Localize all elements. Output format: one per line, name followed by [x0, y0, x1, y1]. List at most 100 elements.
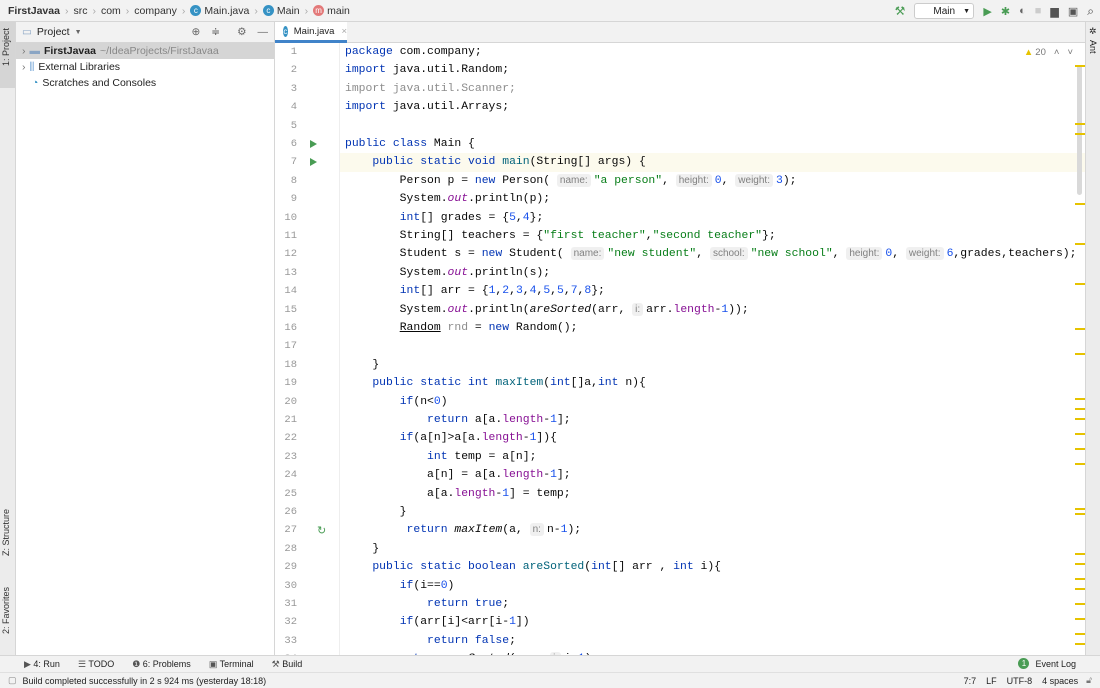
breadcrumb-item[interactable]: › c Main.java — [177, 5, 249, 17]
code-line[interactable]: int[] grades = {5,4}; — [345, 209, 544, 227]
warning-marker[interactable] — [1075, 508, 1085, 510]
chevron-right-icon[interactable]: › — [22, 61, 26, 73]
line-number[interactable]: 28 — [275, 540, 297, 558]
warning-marker[interactable] — [1075, 203, 1085, 205]
status-message[interactable]: Build completed successfully in 2 s 924 … — [23, 676, 267, 686]
line-number[interactable]: 31 — [275, 595, 297, 613]
file-encoding[interactable]: UTF-8 — [1007, 676, 1033, 686]
run-gutter-icon[interactable] — [310, 158, 317, 167]
code-line[interactable]: String[] teachers = {"first teacher","se… — [345, 227, 776, 245]
code-line[interactable]: return false; — [345, 632, 516, 650]
chevron-down-icon[interactable]: ˅ — [1067, 47, 1073, 58]
chevron-right-icon[interactable]: › — [22, 45, 26, 57]
terminal-window-icon[interactable]: ▣ — [1068, 5, 1078, 18]
line-number[interactable]: 27 — [275, 521, 297, 539]
line-number[interactable]: 10 — [275, 209, 297, 227]
inspection-widget[interactable]: ▲ 20 ˄ ˅ — [1024, 47, 1073, 58]
collapse-icon[interactable]: ≑ — [211, 26, 220, 38]
indent-setting[interactable]: 4 spaces — [1042, 676, 1078, 686]
project-structure-icon[interactable]: ▆ — [1050, 5, 1058, 18]
tool-tab-run[interactable]: ▶ 4: Run — [24, 659, 60, 670]
warning-marker[interactable] — [1075, 283, 1085, 285]
structure-tool-tab[interactable]: Z: Structure — [1, 509, 11, 556]
run-icon[interactable]: ▶ — [983, 5, 991, 18]
line-number[interactable]: 9 — [275, 190, 297, 208]
search-icon[interactable]: ⌕ — [1087, 4, 1094, 19]
gear-icon[interactable]: ⚙ — [237, 26, 246, 38]
code-line[interactable]: int[] arr = {1,2,3,4,5,5,7,8}; — [345, 282, 605, 300]
warning-marker[interactable] — [1075, 578, 1085, 580]
line-number[interactable]: 11 — [275, 227, 297, 245]
warning-marker[interactable] — [1075, 633, 1085, 635]
warning-marker[interactable] — [1075, 398, 1085, 400]
code-line[interactable]: a[a.length-1] = temp; — [345, 485, 571, 503]
breadcrumb-item[interactable]: › com — [87, 5, 120, 17]
warning-marker[interactable] — [1075, 433, 1085, 435]
warning-marker[interactable] — [1075, 463, 1085, 465]
code-line[interactable]: if(n<0) — [345, 393, 448, 411]
warning-marker[interactable] — [1075, 618, 1085, 620]
code-line[interactable]: System.out.println(areSorted(arr, i: arr.… — [345, 301, 749, 319]
debug-icon[interactable]: ✱ — [1001, 5, 1010, 18]
warning-marker[interactable] — [1075, 243, 1085, 245]
warning-marker[interactable] — [1075, 603, 1085, 605]
tool-tab-terminal[interactable]: ▣ Terminal — [209, 659, 254, 670]
code-line[interactable]: System.out.println(p); — [345, 190, 550, 208]
lock-icon[interactable]: 🔓︎ — [1086, 675, 1092, 686]
line-number[interactable]: 1 — [275, 43, 297, 61]
warning-marker[interactable] — [1075, 328, 1085, 330]
code-line[interactable]: public static void main(String[] args) { — [345, 153, 645, 171]
ant-tool-tab[interactable]: Ant — [1088, 40, 1098, 54]
code-line[interactable]: int temp = a[n]; — [345, 448, 536, 466]
code-line[interactable]: public class Main { — [345, 135, 475, 153]
breadcrumb-item[interactable]: › m main — [300, 5, 350, 17]
minimize-icon[interactable]: — — [258, 26, 269, 38]
warning-marker[interactable] — [1075, 123, 1085, 125]
run-gutter-icon[interactable] — [310, 140, 317, 148]
line-separator[interactable]: LF — [986, 676, 997, 686]
line-number[interactable]: 13 — [275, 264, 297, 282]
code-line[interactable]: a[n] = a[a.length-1]; — [345, 466, 571, 484]
warning-marker[interactable] — [1075, 408, 1085, 410]
line-number[interactable]: 17 — [275, 337, 297, 355]
line-number[interactable]: 21 — [275, 411, 297, 429]
tool-tab-todo[interactable]: ☰ TODO — [78, 659, 114, 670]
line-number[interactable]: 18 — [275, 356, 297, 374]
code-line[interactable]: return a[a.length-1]; — [345, 411, 571, 429]
warning-marker[interactable] — [1075, 643, 1085, 645]
code-line[interactable]: } — [345, 356, 379, 374]
tool-tab-problems[interactable]: ❶ 6: Problems — [132, 659, 191, 670]
code-line[interactable]: return true; — [345, 595, 509, 613]
warning-marker[interactable] — [1075, 563, 1085, 565]
code-line[interactable]: if(arr[i]<arr[i-1]) — [345, 613, 530, 631]
line-number[interactable]: 33 — [275, 632, 297, 650]
code-line[interactable]: public static int maxItem(int[]a,int n){ — [345, 374, 645, 392]
line-number[interactable]: 29 — [275, 558, 297, 576]
tool-tab-build[interactable]: ⚒ Build — [272, 659, 303, 670]
code-editor[interactable]: 1 2 3 4 5 6 7 8 9 10 11 12 13 14 15 16 17 18 19 20 21 22 23 24 2… — [275, 43, 1085, 655]
line-number[interactable]: 19 — [275, 374, 297, 392]
line-number[interactable]: 6 — [275, 135, 297, 153]
code-line[interactable]: import java.util.Random; — [345, 61, 509, 79]
line-number[interactable]: 3 — [275, 80, 297, 98]
line-number[interactable]: 26 — [275, 503, 297, 521]
warning-marker[interactable] — [1075, 418, 1085, 420]
breadcrumb-item[interactable]: › c Main — [249, 5, 299, 17]
line-number[interactable]: 5 — [275, 117, 297, 135]
build-hammer-icon[interactable]: ⚒ — [895, 4, 906, 18]
breadcrumb-item[interactable]: FirstJavaa — [8, 5, 60, 17]
chevron-down-icon[interactable]: ▼ — [75, 29, 82, 36]
caret-position[interactable]: 7:7 — [964, 676, 977, 686]
event-log-button[interactable]: 1 Event Log — [1018, 658, 1076, 669]
code-line[interactable]: System.out.println(s); — [345, 264, 550, 282]
coverage-icon[interactable]: ◐ — [1019, 5, 1026, 17]
chevron-up-icon[interactable]: ˄ — [1054, 47, 1060, 58]
breadcrumb-item[interactable]: › src — [60, 5, 88, 17]
code-line[interactable]: Random rnd = new Random(); — [345, 319, 578, 337]
code-line[interactable]: if(a[n]>a[a.length-1]){ — [345, 429, 557, 447]
line-number[interactable]: 22 — [275, 429, 297, 447]
warning-marker[interactable] — [1075, 133, 1085, 135]
tree-item-external-libraries[interactable]: › ⫼ External Libraries — [16, 59, 274, 75]
warning-marker[interactable] — [1075, 65, 1085, 67]
line-number[interactable]: 8 — [275, 172, 297, 190]
